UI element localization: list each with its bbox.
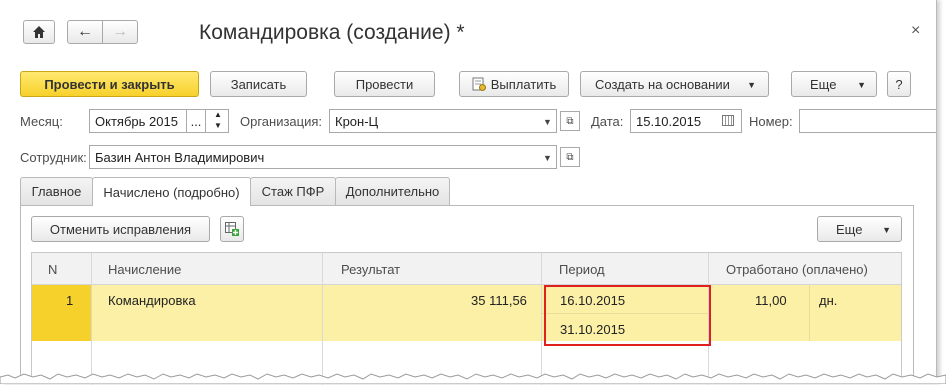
chevron-down-icon[interactable]: ▼	[543, 153, 552, 163]
spin-down-icon: ▼	[214, 121, 222, 130]
home-button[interactable]	[23, 20, 55, 44]
month-select-button[interactable]: ...	[186, 109, 206, 133]
organization-field[interactable]: Крон-Ц	[329, 109, 557, 133]
row-number: 1	[66, 293, 74, 308]
close-icon[interactable]: ×	[911, 22, 920, 40]
chevron-down-icon: ▼	[747, 80, 756, 90]
organization-label: Организация:	[240, 114, 323, 129]
chevron-down-icon: ▼	[882, 225, 891, 235]
spin-up-icon: ▲	[214, 110, 222, 119]
column-divider	[91, 253, 92, 385]
row-number-cell	[32, 285, 91, 341]
back-button[interactable]: ←	[67, 20, 103, 44]
create-based-on-label: Создать на основании	[595, 76, 730, 92]
post-and-close-button[interactable]: Провести и закрыть	[20, 71, 199, 97]
tab-additional[interactable]: Дополнительно	[335, 177, 450, 205]
table-settings-button[interactable]	[220, 216, 244, 242]
window-title: Командировка (создание) *	[199, 21, 465, 44]
help-button[interactable]: ?	[887, 71, 911, 97]
open-link-icon: ⧉	[566, 115, 574, 127]
calendar-icon[interactable]	[722, 115, 734, 126]
accruals-table: N Начисление Результат Период Отработано…	[31, 252, 902, 385]
table-more-button[interactable]: Еще ▼	[817, 216, 902, 242]
tab-accrued-detailed[interactable]: Начислено (подробно)	[92, 177, 251, 206]
result-value[interactable]: 35 111,56	[471, 293, 527, 308]
save-button[interactable]: Записать	[210, 71, 307, 97]
open-employee-button[interactable]: ⧉	[560, 147, 580, 167]
arrow-left-icon: ←	[77, 23, 93, 40]
open-link-icon: ⧉	[566, 151, 574, 163]
month-field[interactable]: Октябрь 2015	[89, 109, 187, 133]
month-spinner[interactable]: ▲ ▼	[205, 109, 229, 133]
date-label: Дата:	[591, 114, 624, 129]
chevron-down-icon[interactable]: ▼	[543, 117, 552, 127]
document-window: ← → Командировка (создание) * × Провести…	[0, 0, 946, 385]
column-header-period[interactable]: Период	[559, 262, 605, 277]
forward-button[interactable]: →	[102, 20, 138, 44]
worked-unit: дн.	[819, 293, 838, 308]
table-more-label: Еще	[836, 221, 863, 237]
column-header-worked[interactable]: Отработано (оплачено)	[726, 262, 868, 277]
chevron-down-icon: ▼	[857, 80, 866, 90]
pay-button-label: Выплатить	[490, 76, 557, 92]
create-based-on-button[interactable]: Создать на основании ▼	[580, 71, 769, 97]
cancel-corrections-button[interactable]: Отменить исправления	[31, 216, 210, 242]
arrow-right-icon: →	[112, 23, 128, 40]
employee-field[interactable]: Базин Антон Владимирович	[89, 145, 557, 169]
worked-value[interactable]: 11,00	[755, 293, 787, 308]
open-organization-button[interactable]: ⧉	[560, 111, 580, 131]
more-button[interactable]: Еще ▼	[791, 71, 877, 97]
more-button-label: Еще	[810, 76, 837, 92]
home-icon	[32, 25, 46, 39]
number-label: Номер:	[749, 114, 793, 129]
column-divider	[809, 285, 810, 341]
period-highlight-frame	[544, 285, 711, 346]
tab-main[interactable]: Главное	[20, 177, 93, 205]
column-divider	[541, 253, 542, 385]
torn-edge	[0, 373, 946, 384]
column-header-accrual[interactable]: Начисление	[108, 262, 181, 277]
accrual-name[interactable]: Командировка	[108, 293, 196, 308]
table-add-icon	[225, 222, 239, 236]
number-field[interactable]	[799, 109, 936, 133]
column-divider	[322, 253, 323, 385]
document-pay-icon	[472, 77, 486, 91]
month-label: Месяц:	[20, 114, 63, 129]
column-header-n[interactable]: N	[48, 262, 57, 277]
post-button[interactable]: Провести	[334, 71, 435, 97]
tab-pension-seniority[interactable]: Стаж ПФР	[250, 177, 336, 205]
employee-label: Сотрудник:	[20, 150, 87, 165]
pay-button[interactable]: Выплатить	[459, 71, 569, 97]
column-header-result[interactable]: Результат	[341, 262, 400, 277]
